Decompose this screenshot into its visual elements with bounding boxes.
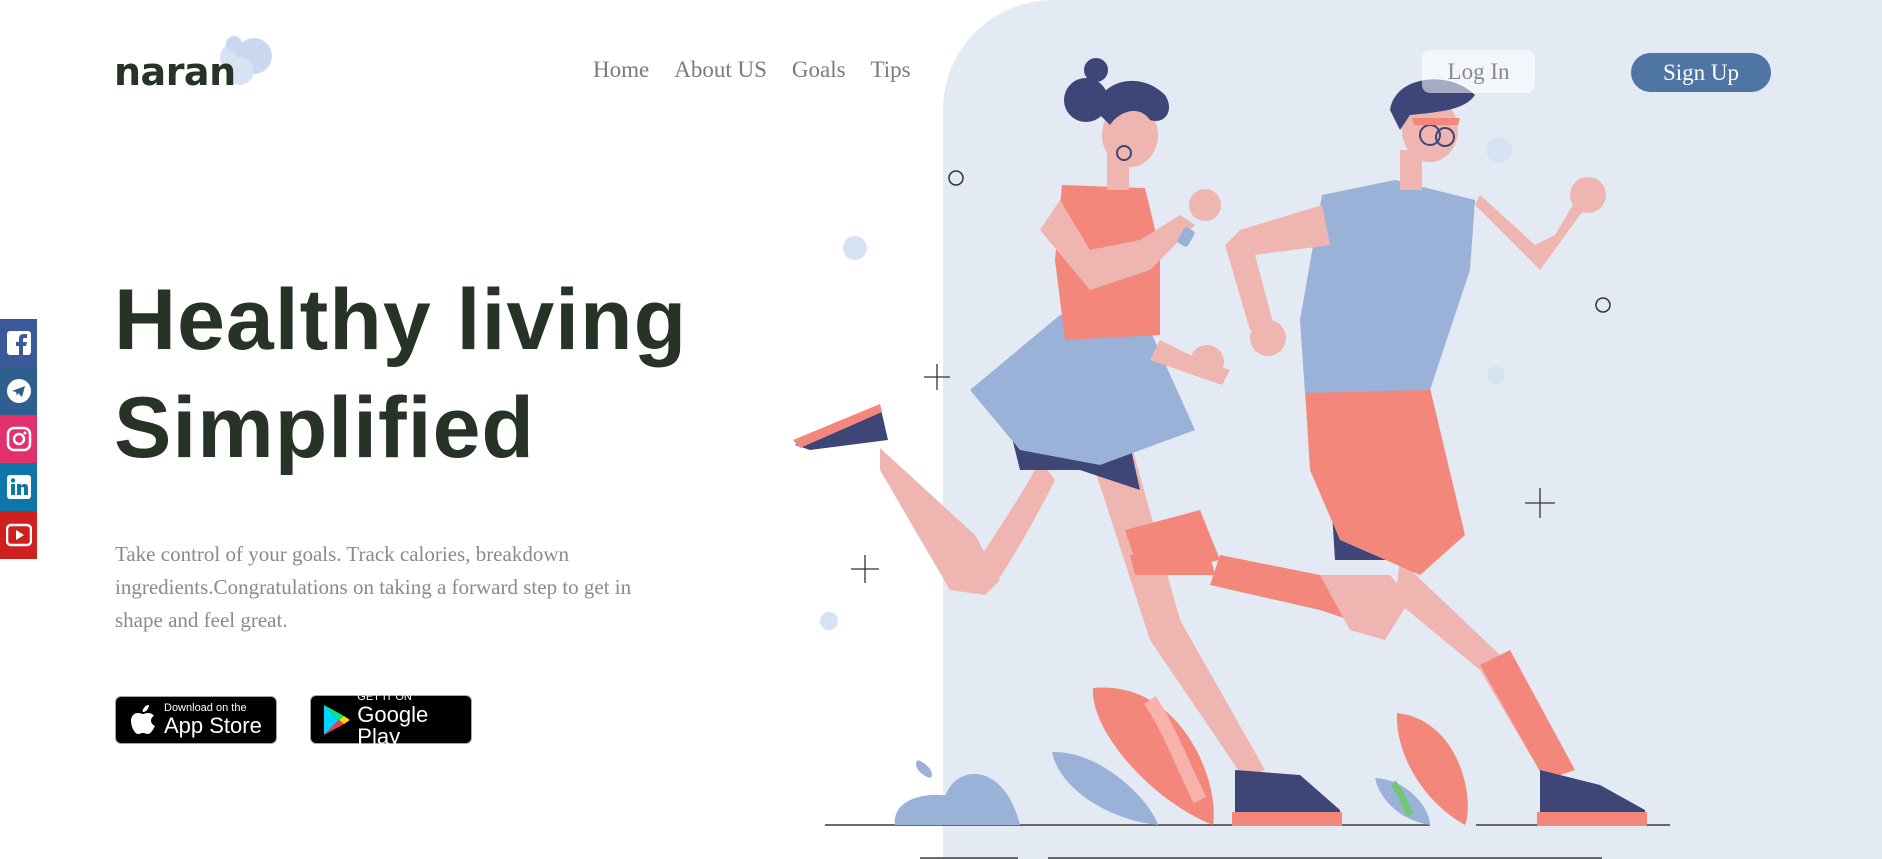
hero-title-line-1: Healthy living [114,272,688,368]
hero-title-line-2: Simplified [114,380,535,476]
linkedin-icon[interactable] [0,463,37,511]
signup-button[interactable]: Sign Up [1631,53,1771,92]
nav-item-about-us[interactable]: About US [674,57,767,83]
app-store-badge[interactable]: Download on the App Store [115,696,277,744]
google-play-icon [321,703,353,737]
apple-icon [126,703,160,737]
nav-item-tips[interactable]: Tips [871,57,911,83]
hero-description: Take control of your goals. Track calori… [115,542,632,632]
google-play-label: Google Play [357,701,429,749]
brand-name: naran [114,50,236,94]
social-sidebar [0,319,37,559]
app-store-label: App Store [164,713,262,738]
main-nav: Home About US Goals Tips [593,57,911,83]
nav-item-goals[interactable]: Goals [792,57,846,83]
nav-item-home[interactable]: Home [593,57,649,83]
google-play-small-label: GET IT ON [357,690,412,703]
login-button[interactable]: Log In [1422,50,1535,93]
youtube-icon[interactable] [0,511,37,559]
facebook-icon[interactable] [0,319,37,367]
hero-title: Healthy living Simplified [114,266,687,482]
google-play-badge[interactable]: GET IT ON Google Play [310,690,472,747]
instagram-icon[interactable] [0,415,37,463]
telegram-icon[interactable] [0,367,37,415]
